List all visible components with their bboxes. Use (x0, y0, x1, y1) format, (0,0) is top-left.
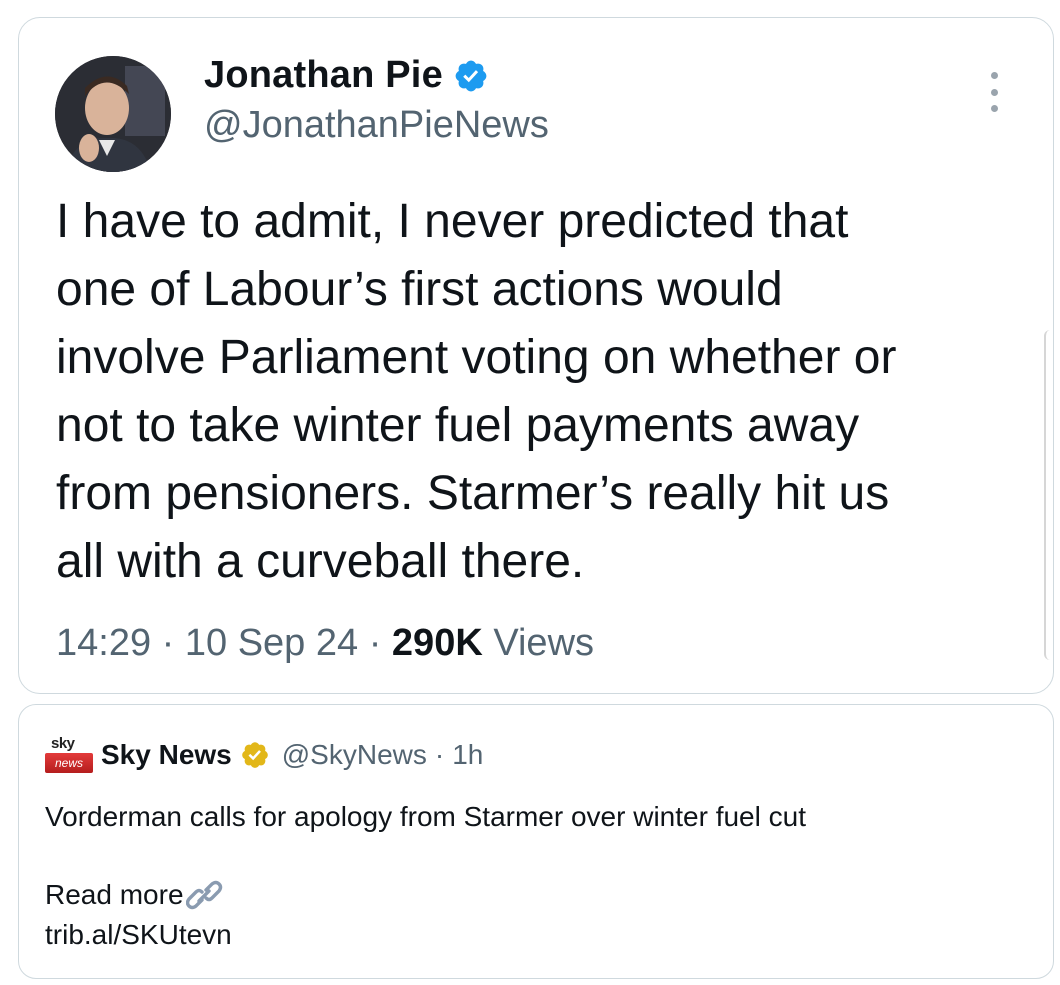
quoted-header: Sky News @SkyNews · 1h (101, 739, 483, 771)
author-handle[interactable]: @JonathanPieNews (204, 104, 549, 147)
meta-separator: · (151, 622, 185, 664)
more-options-button[interactable] (981, 72, 1007, 112)
author-avatar[interactable] (55, 56, 171, 172)
read-more-label: Read more (45, 879, 184, 910)
quoted-tweet-card[interactable]: sky news Sky News @SkyNews · 1h Vorderma… (18, 704, 1054, 979)
tweet-card[interactable]: Jonathan Pie @JonathanPieNews I have to … (18, 17, 1054, 694)
views-label: Views (493, 622, 595, 664)
more-vertical-icon-dot (990, 105, 998, 112)
meta-separator: · (358, 622, 392, 664)
logo-bottom-text: news (45, 753, 93, 773)
author-name[interactable]: Jonathan Pie (204, 54, 489, 97)
scrollbar[interactable] (1044, 330, 1058, 660)
more-vertical-icon (990, 72, 998, 79)
logo-top-text: sky (51, 735, 75, 752)
quoted-text: Vorderman calls for apology from Starmer… (45, 801, 806, 832)
sky-news-logo[interactable]: sky news (45, 735, 93, 777)
tweet-date[interactable]: 10 Sep 24 (185, 622, 358, 664)
quoted-time-ago[interactable]: 1h (452, 739, 483, 771)
tweet-meta: 14:29 · 10 Sep 24 · 290K Views (56, 622, 594, 665)
tweet-time[interactable]: 14:29 (56, 622, 151, 664)
author-name-text[interactable]: Jonathan Pie (204, 54, 443, 97)
more-vertical-icon-dot (990, 88, 998, 96)
verified-badge-icon (455, 60, 487, 91)
read-more: Read more (45, 879, 224, 911)
views-count[interactable]: 290K (392, 622, 483, 664)
gold-verified-badge-icon (241, 742, 268, 768)
quoted-separator: · (434, 739, 445, 770)
link-icon (185, 880, 222, 910)
tweet-text: I have to admit, I never predicted that … (56, 195, 897, 588)
quoted-author-handle[interactable]: @SkyNews (282, 739, 427, 771)
quoted-author-name[interactable]: Sky News (101, 739, 232, 771)
quoted-link[interactable]: trib.al/SKUtevn (45, 919, 232, 951)
